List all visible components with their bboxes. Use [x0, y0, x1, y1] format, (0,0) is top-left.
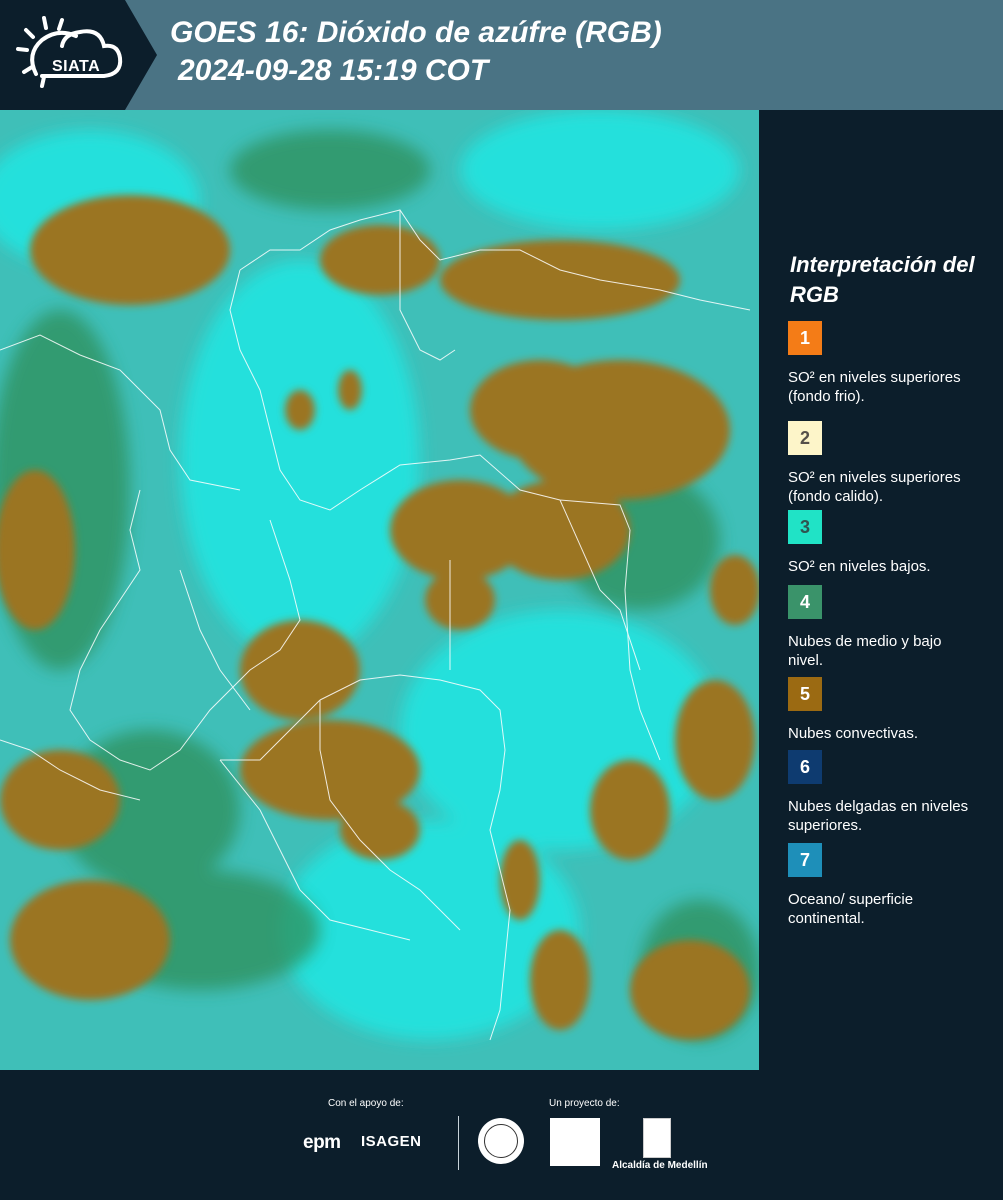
page-title: GOES 16: Dióxido de azúfre (RGB) — [170, 16, 662, 49]
legend-label: SO² en niveles superiores (fondo frio). — [788, 369, 961, 405]
divider — [458, 1116, 459, 1170]
project-label: Un proyecto de: — [549, 1098, 620, 1109]
alcaldia-label: Alcaldía de Medellín — [612, 1160, 708, 1171]
area-metropolitana-logo — [550, 1118, 600, 1166]
siata-logo: SIATA — [14, 14, 126, 96]
legend-label: SO² en niveles bajos. — [788, 558, 931, 575]
legend-swatch: 6 — [788, 750, 822, 784]
legend-item: 6 Nubes delgadas en niveles superiores. — [788, 750, 988, 835]
legend-swatch: 1 — [788, 321, 822, 355]
legend-item: 2 SO² en niveles superiores (fondo calid… — [788, 421, 988, 506]
legend-panel: Interpretación del RGB 1 SO² en niveles … — [762, 110, 1003, 1070]
legend-item: 5 Nubes convectivas. — [788, 677, 988, 743]
medellin-seal-logo — [478, 1118, 524, 1164]
legend-item: 4 Nubes de medio y bajo nivel. — [788, 585, 988, 670]
support-label: Con el apoyo de: — [328, 1098, 404, 1109]
footer: Con el apoyo de: Un proyecto de: epm ISA… — [0, 1070, 1003, 1200]
legend-item: 1 SO² en niveles superiores (fondo frio)… — [788, 321, 988, 406]
legend-swatch: 4 — [788, 585, 822, 619]
header: SIATA GOES 16: Dióxido de azúfre (RGB) 2… — [0, 0, 1003, 110]
legend-swatch: 7 — [788, 843, 822, 877]
legend-title: Interpretación del RGB — [790, 252, 975, 307]
logo-text: SIATA — [52, 58, 101, 75]
satellite-image — [0, 110, 759, 1070]
legend-label: Oceano/ superficie continental. — [788, 891, 914, 927]
legend-label: Nubes de medio y bajo nivel. — [788, 633, 942, 669]
rgb-composite-map — [0, 110, 759, 1070]
legend-item: 3 SO² en niveles bajos. — [788, 510, 988, 576]
epm-logo: epm — [303, 1132, 341, 1153]
timestamp: 2024-09-28 15:19 COT — [178, 54, 489, 87]
isagen-logo: ISAGEN — [361, 1133, 422, 1150]
legend-item: 7 Oceano/ superficie continental. — [788, 843, 988, 928]
sun-cloud-icon — [16, 16, 123, 88]
legend-label: Nubes convectivas. — [788, 725, 919, 742]
legend-label: SO² en niveles superiores (fondo calido)… — [788, 469, 961, 505]
legend-swatch: 5 — [788, 677, 822, 711]
alcaldia-shield-icon — [643, 1118, 671, 1158]
legend-swatch: 2 — [788, 421, 822, 455]
legend-label: Nubes delgadas en niveles superiores. — [788, 798, 969, 834]
legend-swatch: 3 — [788, 510, 822, 544]
